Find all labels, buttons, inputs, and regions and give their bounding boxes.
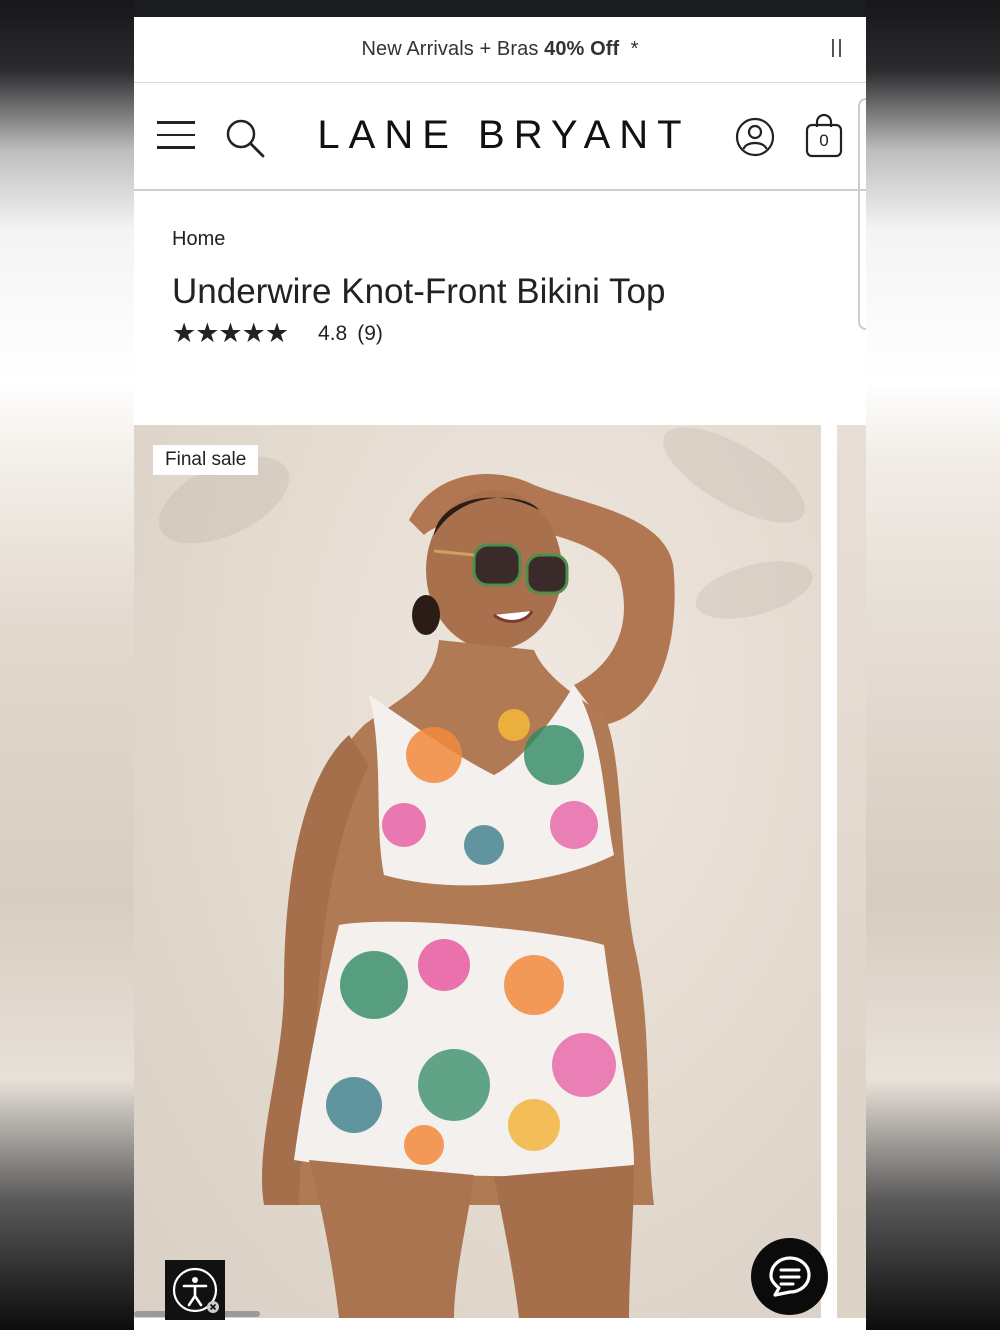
chat-icon[interactable] [751,1238,828,1315]
mobile-page: New Arrivals + Bras 40% Off * LANE BRYAN… [134,0,866,1330]
product-image[interactable]: Final sale [134,425,821,1318]
bag-count: 0 [819,131,829,150]
rating-stars: ★★★★★ [172,318,289,348]
final-sale-badge: Final sale [153,445,259,475]
promo-text-discount: 40% Off [544,38,620,60]
breadcrumb-home[interactable]: Home [172,228,225,251]
accessibility-icon[interactable] [165,1260,225,1320]
model-photo [261,474,675,1318]
account-icon[interactable] [735,117,775,157]
product-rating[interactable]: ★★★★★ 4.8 (9) [172,318,383,349]
promo-banner[interactable]: New Arrivals + Bras 40% Off * [134,17,866,83]
review-count[interactable]: (9) [357,322,383,346]
rating-value: 4.8 [318,321,348,345]
shopping-bag-icon[interactable]: 0 [804,113,844,159]
next-product-image[interactable] [837,425,866,1318]
product-title: Underwire Knot-Front Bikini Top [172,272,666,311]
status-bar [134,0,866,17]
site-header: LANE BRYANT 0 [134,83,866,191]
promo-text-asterisk: * [619,38,639,60]
background-right [866,0,1000,1330]
promo-text: New Arrivals + Bras 40% Off * [362,38,639,61]
promo-text-main: New Arrivals + Bras [361,38,545,60]
product-gallery[interactable]: Final sale [134,425,866,1330]
scroll-indicator [858,98,866,330]
background-left [0,0,134,1330]
pause-icon[interactable] [832,39,846,59]
